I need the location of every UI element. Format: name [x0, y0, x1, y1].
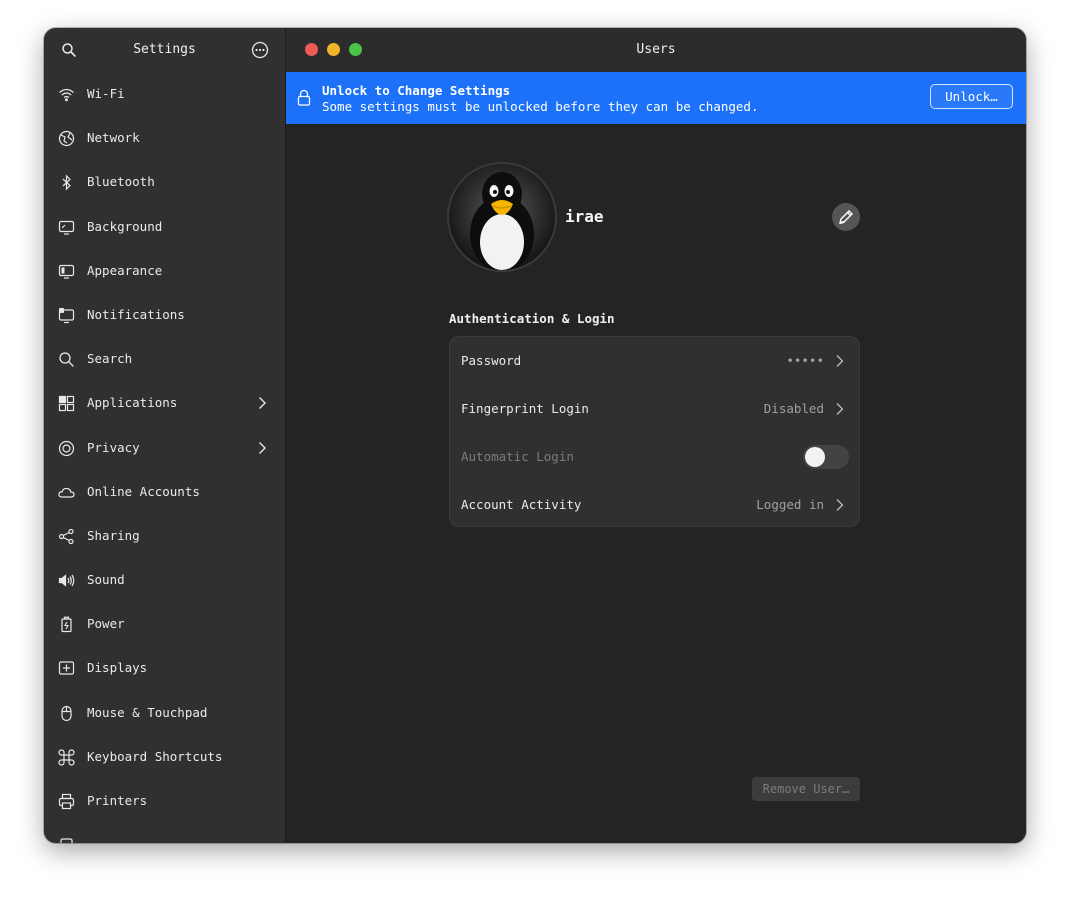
sidebar-item-label: Power — [87, 616, 125, 632]
sidebar-header: Settings — [44, 28, 285, 72]
sidebar-item-label: Notifications — [87, 306, 185, 322]
keyboard-shortcuts-icon — [58, 749, 75, 766]
sidebar-item-wifi[interactable]: Wi-Fi — [44, 72, 285, 116]
notifications-icon — [58, 307, 75, 324]
sidebar-item-printers[interactable]: Printers — [44, 779, 285, 823]
sidebar-item-network[interactable]: Network — [44, 116, 285, 160]
row-value: Disabled — [763, 401, 824, 416]
sidebar-item-search[interactable]: Search — [44, 337, 285, 381]
row-value: ••••• — [786, 353, 824, 368]
toggle-knob — [805, 447, 825, 467]
applications-icon — [58, 396, 75, 412]
chevron-right-icon — [836, 403, 844, 415]
row-label: Automatic Login — [461, 449, 574, 464]
sidebar-item-label: Mouse & Touchpad — [87, 704, 208, 720]
sidebar: Settings Wi-Fi Network Bluetooth Backgro… — [44, 28, 286, 843]
privacy-icon — [58, 440, 75, 456]
sidebar-item-power[interactable]: Power — [44, 602, 285, 646]
sidebar-item-label: Sound — [87, 572, 125, 588]
automatic-login-row: Automatic Login — [450, 433, 861, 481]
main-menu-icon[interactable] — [251, 41, 269, 59]
auth-card: Password ••••• Fingerprint Login Disable… — [449, 336, 860, 527]
sidebar-item-label: Displays — [87, 660, 148, 676]
sidebar-item-online-accounts[interactable]: Online Accounts — [44, 470, 285, 514]
sidebar-item-label: Search — [87, 351, 133, 367]
main-panel: Users Unlock to Change Settings Some set… — [286, 28, 1026, 843]
cloud-icon — [58, 487, 75, 498]
row-label: Fingerprint Login — [461, 401, 589, 416]
printer-icon — [58, 793, 75, 810]
sidebar-item-label: Background — [87, 218, 163, 234]
password-row[interactable]: Password ••••• — [450, 337, 861, 385]
bluetooth-icon — [62, 174, 71, 191]
sidebar-item-keyboard-shortcuts[interactable]: Keyboard Shortcuts — [44, 735, 285, 779]
sidebar-item-label: Wi-Fi — [87, 86, 125, 101]
unlock-button[interactable]: Unlock… — [930, 84, 1013, 109]
sidebar-item-label: Bluetooth — [87, 174, 155, 190]
section-heading: Authentication & Login — [449, 311, 615, 326]
chevron-right-icon — [259, 397, 266, 410]
background-icon — [58, 220, 75, 235]
sidebar-item-label: Privacy — [87, 439, 140, 455]
row-value: Logged in — [756, 497, 824, 512]
sidebar-item-label: Online Accounts — [87, 483, 200, 499]
row-label: Account Activity — [461, 497, 582, 512]
sidebar-item-displays[interactable]: Displays — [44, 646, 285, 690]
sidebar-item-label: Printers — [87, 793, 148, 808]
settings-window: Settings Wi-Fi Network Bluetooth Backgro… — [44, 28, 1026, 843]
sidebar-item-notifications[interactable]: Notifications — [44, 293, 285, 337]
row-label: Password — [461, 353, 522, 368]
fingerprint-row[interactable]: Fingerprint Login Disabled — [450, 385, 861, 433]
edit-avatar-button[interactable] — [832, 203, 860, 231]
chevron-right-icon — [836, 355, 844, 367]
unlock-banner: Unlock to Change Settings Some settings … — [286, 72, 1026, 124]
sidebar-item-applications[interactable]: Applications — [44, 381, 285, 425]
sidebar-item-background[interactable]: Background — [44, 205, 285, 249]
appearance-icon — [58, 264, 75, 279]
chevron-right-icon — [259, 441, 266, 454]
sidebar-title: Settings — [133, 42, 196, 57]
wifi-icon — [59, 88, 74, 102]
sidebar-item-label: Keyboard Shortcuts — [87, 748, 223, 764]
sound-icon — [58, 574, 75, 587]
sidebar-item-label: Appearance — [87, 262, 163, 278]
tux-avatar-image — [449, 164, 555, 270]
chevron-right-icon — [836, 499, 844, 511]
removable-media-icon — [60, 838, 73, 843]
sidebar-item-bluetooth[interactable]: Bluetooth — [44, 160, 285, 204]
sidebar-list: Wi-Fi Network Bluetooth Background Appea… — [44, 72, 285, 843]
sidebar-item-partial[interactable] — [44, 823, 285, 843]
network-icon — [58, 131, 75, 147]
sidebar-item-privacy[interactable]: Privacy — [44, 426, 285, 470]
lock-icon — [297, 89, 311, 106]
sidebar-item-sound[interactable]: Sound — [44, 558, 285, 602]
sidebar-item-sharing[interactable]: Sharing — [44, 514, 285, 558]
sidebar-item-label: Sharing — [87, 527, 140, 543]
remove-user-button[interactable]: Remove User… — [752, 777, 860, 801]
automatic-login-toggle[interactable] — [803, 445, 849, 469]
sidebar-item-label: Applications — [87, 395, 178, 411]
mouse-icon — [61, 705, 72, 721]
sharing-icon — [58, 528, 74, 544]
power-icon — [61, 616, 72, 633]
avatar[interactable] — [449, 164, 555, 270]
banner-title: Unlock to Change Settings — [322, 83, 511, 98]
window-title: Users — [636, 42, 676, 57]
sidebar-item-label: Network — [87, 130, 140, 146]
sidebar-item-appearance[interactable]: Appearance — [44, 249, 285, 293]
pencil-icon — [839, 210, 853, 224]
sidebar-item-mouse-touchpad[interactable]: Mouse & Touchpad — [44, 691, 285, 735]
banner-subtitle: Some settings must be unlocked before th… — [322, 99, 759, 114]
search-icon — [59, 352, 74, 367]
username: irae — [565, 207, 604, 226]
displays-icon — [58, 661, 75, 676]
titlebar: Users — [286, 28, 1026, 72]
account-activity-row[interactable]: Account Activity Logged in — [450, 481, 861, 529]
